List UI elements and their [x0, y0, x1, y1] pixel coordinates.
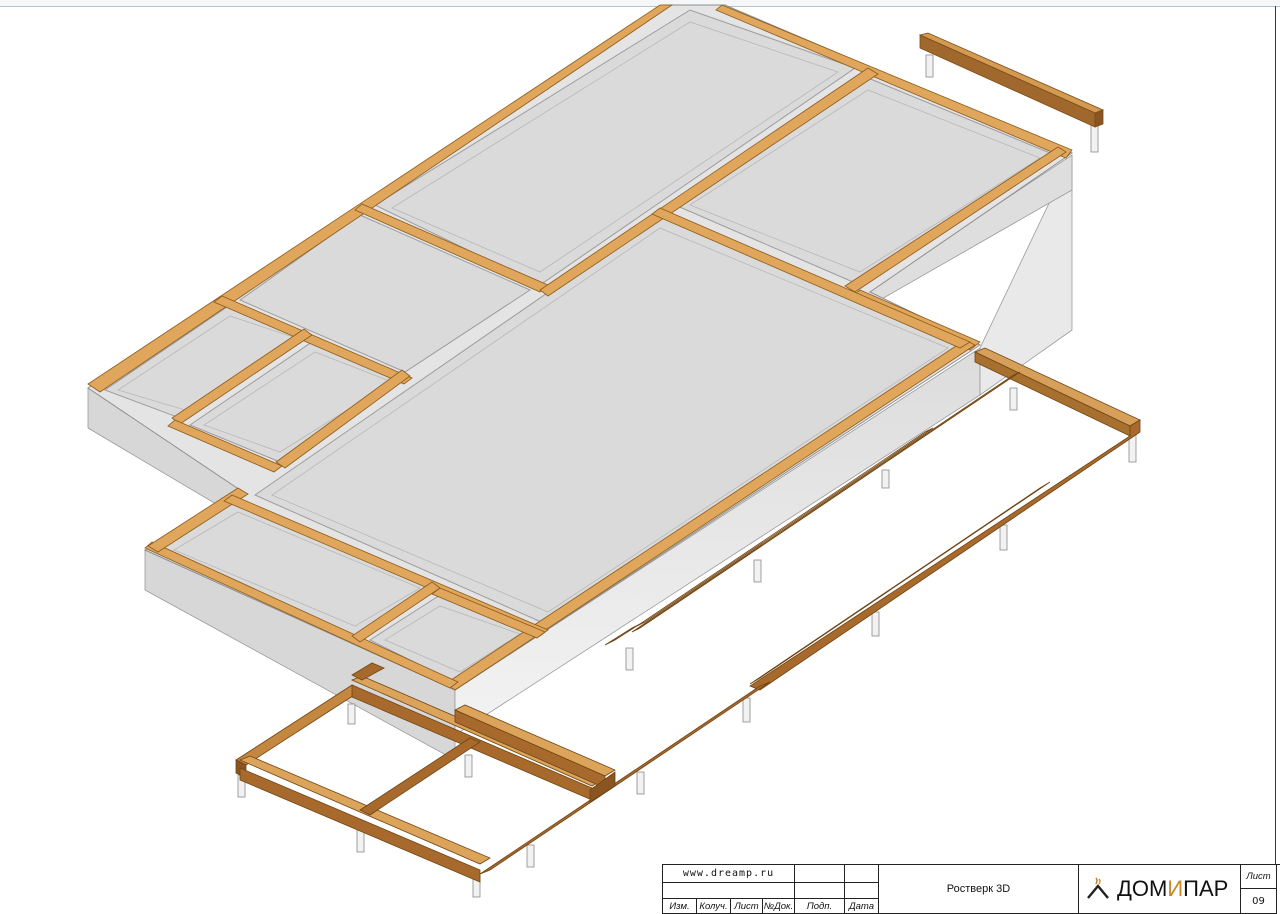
sheet-label: Лист: [1241, 865, 1277, 889]
grillage-beam-long: [479, 681, 771, 875]
pile: [636, 771, 645, 795]
lower-beam-bottom: [239, 767, 481, 883]
stamp-cell: [845, 883, 879, 899]
header-koluch: Колуч.: [697, 899, 731, 914]
lower-beam-outer-left: [235, 684, 363, 766]
pile: [464, 754, 473, 778]
logo-text-i: И: [1167, 876, 1184, 901]
title-block: www.dreamp.ru Изм. Колуч. Лист №Док. Под…: [662, 864, 1280, 914]
drawing-title: Ростверк 3D: [879, 865, 1079, 914]
stamp-cell: [795, 865, 845, 883]
pile: [347, 703, 356, 725]
pile: [526, 844, 535, 868]
lower-beam-cross: [359, 737, 481, 816]
logo-text-dom: ДОМ: [1117, 876, 1168, 901]
header-ndok: №Док.: [763, 899, 795, 914]
company-logo: ДОМИПАР: [1079, 865, 1241, 914]
stamp-cell: [795, 883, 845, 899]
header-list: Лист: [731, 899, 763, 914]
house-icon: [1087, 877, 1109, 899]
logo-text: ДОМИПАР: [1117, 876, 1228, 902]
header-podp: Подп.: [795, 899, 845, 914]
header-izm: Изм.: [663, 899, 697, 914]
logo-text-par: ПАР: [1183, 876, 1229, 901]
pile: [1009, 387, 1018, 411]
stamp-cell: [845, 865, 879, 883]
pile: [742, 697, 751, 723]
pile: [871, 611, 880, 637]
pile: [999, 524, 1008, 551]
loose-beam-end: [1094, 109, 1104, 128]
grillage-beam-top: [974, 347, 1141, 427]
header-data: Дата: [845, 899, 879, 914]
stamp-cell: [663, 883, 795, 899]
grillage-beam-top-side: [974, 351, 1131, 437]
sheet-number: 09: [1241, 889, 1277, 914]
pile: [753, 559, 762, 583]
pile: [1090, 124, 1099, 153]
pile: [625, 647, 634, 671]
pile: [881, 469, 890, 489]
pile: [925, 54, 934, 78]
website-label: www.dreamp.ru: [663, 865, 795, 883]
foundation-3d-drawing: [87, 4, 1141, 898]
